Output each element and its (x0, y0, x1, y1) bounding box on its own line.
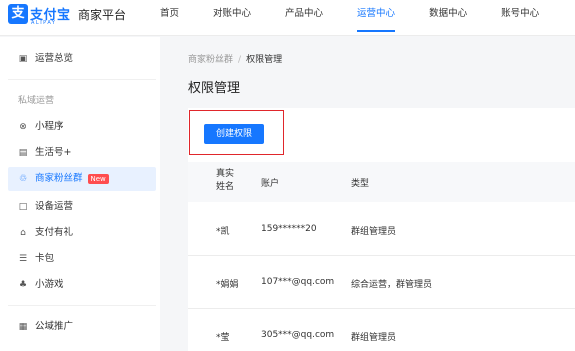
breadcrumb-current: 权限管理 (246, 55, 283, 65)
breadcrumb-parent[interactable]: 商家粉丝群 (188, 55, 233, 65)
cell-account: 305***@qq.com (261, 330, 335, 340)
sidebar-divider (8, 79, 156, 80)
sidebar-item-label: 支付有礼 (35, 227, 74, 238)
cell-account: 159******20 (261, 224, 317, 234)
breadcrumb: 商家粉丝群 / 权限管理 (188, 52, 282, 65)
promotion-icon: ▦ (18, 322, 28, 332)
table-row: *娟娟 107***@qq.com 综合运营，群管理员 (188, 257, 575, 309)
page-title: 权限管理 (188, 81, 241, 96)
sidebar-item-mini-game[interactable]: ♣ 小游戏 (8, 273, 156, 297)
sidebar-item-label: 小程序 (35, 121, 64, 132)
sidebar-item-label: 运营总览 (35, 53, 74, 64)
gift-icon: ⌂ (20, 228, 26, 238)
cell-name: *娟娟 (216, 280, 239, 290)
cell-type: 群组管理员 (351, 333, 397, 343)
sidebar-item-label: 公域推广 (35, 321, 74, 332)
fan-group-icon: ♲ (18, 174, 28, 184)
sidebar-item-card-wallet[interactable]: ☰ 卡包 (8, 247, 156, 271)
column-header-type: 类型 (351, 179, 370, 189)
column-header-name-line1: 真实 (216, 169, 235, 179)
sidebar-item-label: 小游戏 (35, 279, 64, 290)
sidebar-item-payment-gift[interactable]: ⌂ 支付有礼 (8, 221, 156, 245)
table-row: *莹 305***@qq.com 群组管理员 (188, 310, 575, 351)
top-navbar: 支 支付宝 ALIPAY 商家平台 首页 对账中心 产品中心 运营中心 数据中心… (0, 0, 575, 36)
brand-title: 商家平台 (78, 8, 127, 22)
breadcrumb-separator: / (238, 55, 242, 65)
dashboard-icon: ▣ (18, 54, 28, 64)
game-icon: ♣ (18, 280, 28, 290)
alipay-logo-icon[interactable]: 支 (8, 4, 28, 24)
cell-account: 107***@qq.com (261, 277, 335, 287)
sidebar-item-mini-program[interactable]: ⊗ 小程序 (8, 115, 156, 139)
sidebar-item-device[interactable]: □ 设备运营 (8, 195, 156, 219)
sidebar-item-life-account[interactable]: ▤ 生活号+ (8, 141, 156, 165)
sidebar: ▣ 运营总览 私域运营 ⊗ 小程序 ▤ 生活号+ ♲ 商家粉丝群 New □ 设… (0, 37, 160, 351)
table-row: *凯 159******20 群组管理员 (188, 204, 575, 256)
main-nav: 首页 对账中心 产品中心 运营中心 数据中心 账号中心 (160, 0, 573, 36)
cell-name: *凯 (216, 227, 230, 237)
sidebar-item-overview[interactable]: ▣ 运营总览 (8, 47, 156, 71)
cell-name: *莹 (216, 333, 230, 343)
nav-products[interactable]: 产品中心 (285, 0, 323, 36)
sidebar-item-label: 生活号+ (35, 147, 72, 158)
sidebar-item-fan-group[interactable]: ♲ 商家粉丝群 New (8, 167, 156, 191)
cell-type: 群组管理员 (351, 227, 397, 237)
sidebar-group-label: 私域运营 (18, 96, 55, 106)
column-header-name: 真实 姓名 (216, 168, 234, 194)
new-badge: New (87, 174, 109, 184)
column-header-account: 账户 (261, 179, 280, 189)
column-header-name-line2: 姓名 (216, 182, 235, 192)
card-wallet-icon: ☰ (18, 254, 28, 264)
cell-type: 综合运营，群管理员 (351, 280, 433, 290)
nav-account[interactable]: 账号中心 (501, 0, 539, 36)
table-header: 真实 姓名 账户 类型 (188, 162, 575, 202)
sidebar-divider (8, 305, 156, 306)
nav-home[interactable]: 首页 (160, 0, 179, 36)
life-account-icon: ▤ (18, 148, 28, 158)
device-icon: □ (18, 202, 28, 212)
nav-data[interactable]: 数据中心 (429, 0, 467, 36)
mini-program-icon: ⊗ (19, 122, 27, 132)
nav-operations[interactable]: 运营中心 (357, 0, 396, 36)
sidebar-item-label: 卡包 (35, 253, 55, 264)
sidebar-item-label: 设备运营 (35, 201, 74, 212)
logo-subtext: ALIPAY (31, 20, 57, 26)
sidebar-item-label: 商家粉丝群 (35, 173, 83, 184)
highlight-box (189, 110, 284, 155)
sidebar-item-promotion[interactable]: ▦ 公域推广 (8, 315, 156, 339)
nav-reconciliation[interactable]: 对账中心 (213, 0, 251, 36)
